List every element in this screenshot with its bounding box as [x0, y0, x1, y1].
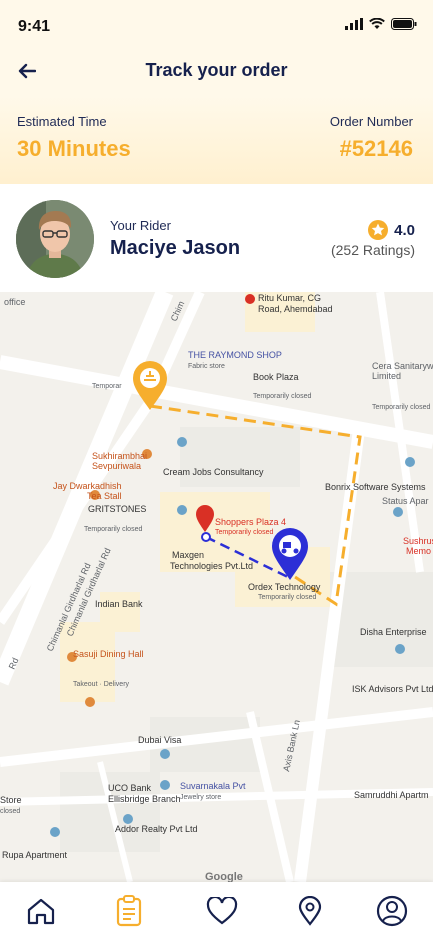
- rider-avatar: [16, 200, 94, 278]
- map-label: Ritu Kumar, CG: [258, 293, 321, 303]
- estimated-time-label: Estimated Time: [17, 114, 107, 129]
- map-label: Cream Jobs Consultancy: [163, 467, 264, 477]
- map-label: Ordex Technology: [248, 582, 321, 592]
- map-label: Temporarily closed: [258, 594, 316, 601]
- map-label: Dubai Visa: [138, 735, 181, 745]
- map-label: Temporarily closed: [253, 393, 311, 400]
- map-label: Sukhirambhai: [92, 451, 147, 461]
- map-label: Jay Dwarkadhish: [53, 481, 122, 491]
- ratings-count: (252 Ratings): [330, 242, 415, 258]
- order-info: Estimated Time 30 Minutes Order Number #…: [0, 96, 433, 185]
- map-view[interactable]: office Ritu Kumar, CG Road, Ahemdabad TH…: [0, 292, 433, 882]
- map-label: Sushrus: [403, 536, 433, 546]
- order-number-value: #52146: [339, 136, 413, 161]
- location-pin-icon: [298, 896, 322, 926]
- signal-icon: [345, 18, 363, 30]
- page-title: Track your order: [145, 60, 288, 80]
- map-label: Technologies Pvt.Ltd: [170, 561, 253, 571]
- map-label: Limited: [372, 371, 401, 381]
- map-label: Memo: [406, 546, 431, 556]
- map-label: Book Plaza: [253, 372, 299, 382]
- heart-icon: [206, 897, 238, 925]
- home-icon: [27, 898, 55, 925]
- map-label: Disha Enterprise: [360, 627, 427, 637]
- map-label: Takeout · Delivery: [73, 681, 130, 688]
- rider-card: Your Rider Maciye Jason 4.0 (252 Ratings…: [0, 184, 433, 292]
- map-label: Temporarily closed: [372, 404, 430, 411]
- map-label: Sevpuriwala: [92, 461, 141, 471]
- map-label: THE RAYMOND SHOP: [188, 350, 282, 360]
- rider-name: Maciye Jason: [110, 237, 241, 259]
- clipboard-icon: [116, 895, 142, 927]
- map-label: Tea Stall: [87, 491, 122, 501]
- map-label: Indian Bank: [95, 599, 143, 609]
- map-label: Fabric store: [188, 363, 225, 370]
- estimated-time-value: 30 Minutes: [17, 136, 131, 161]
- map-label: ISK Advisors Pvt Ltd: [352, 684, 433, 694]
- star-icon: [368, 220, 389, 240]
- map-label: UCO Bank: [108, 783, 152, 793]
- map-label: closed: [0, 808, 20, 815]
- map-label: GRITSTONES: [88, 504, 146, 514]
- map-label: Cera Sanitaryw: [372, 361, 433, 371]
- map-label: Samruddhi Apartm: [354, 790, 429, 800]
- tab-location[interactable]: [293, 894, 327, 928]
- bottom-tab-bar: [0, 882, 433, 935]
- map-label: Temporar: [92, 383, 122, 390]
- map-label: Addor Realty Pvt Ltd: [115, 824, 198, 834]
- status-bar: 9:41: [0, 0, 433, 46]
- status-time: 9:41: [18, 18, 51, 35]
- map-label: Road, Ahemdabad: [258, 304, 333, 314]
- status-icons: [345, 18, 417, 30]
- rating: 4.0: [368, 220, 415, 240]
- battery-icon: [391, 18, 417, 30]
- tab-favorites[interactable]: [205, 894, 239, 928]
- map-label: Sasuji Dining Hall: [73, 649, 144, 659]
- wifi-icon: [369, 18, 385, 29]
- map-label: Bonrix Software Systems: [325, 482, 426, 492]
- profile-icon: [376, 895, 408, 927]
- rider-label: Your Rider: [110, 218, 171, 233]
- tab-profile[interactable]: [375, 894, 409, 928]
- map-label: Temporarily closed: [84, 526, 142, 533]
- map-label: Shoppers Plaza 4: [215, 517, 286, 527]
- map-label: Status Apar: [382, 496, 429, 506]
- map-label: Store: [0, 795, 22, 805]
- map-label: Ellisbridge Branch: [108, 794, 181, 804]
- map-label: office: [4, 297, 25, 307]
- map-label: Jewelry store: [180, 794, 221, 801]
- tab-orders[interactable]: [112, 894, 146, 928]
- map-label: Maxgen: [172, 550, 204, 560]
- map-label: Rupa Apartment: [2, 850, 68, 860]
- map-label: Temporarily closed: [215, 529, 273, 536]
- map-label: Suvarnakala Pvt: [180, 781, 246, 791]
- rating-value: 4.0: [394, 221, 415, 239]
- google-logo: Google: [205, 871, 243, 882]
- tab-home[interactable]: [24, 894, 58, 928]
- order-number-label: Order Number: [329, 114, 413, 129]
- header: Track your order: [0, 46, 433, 96]
